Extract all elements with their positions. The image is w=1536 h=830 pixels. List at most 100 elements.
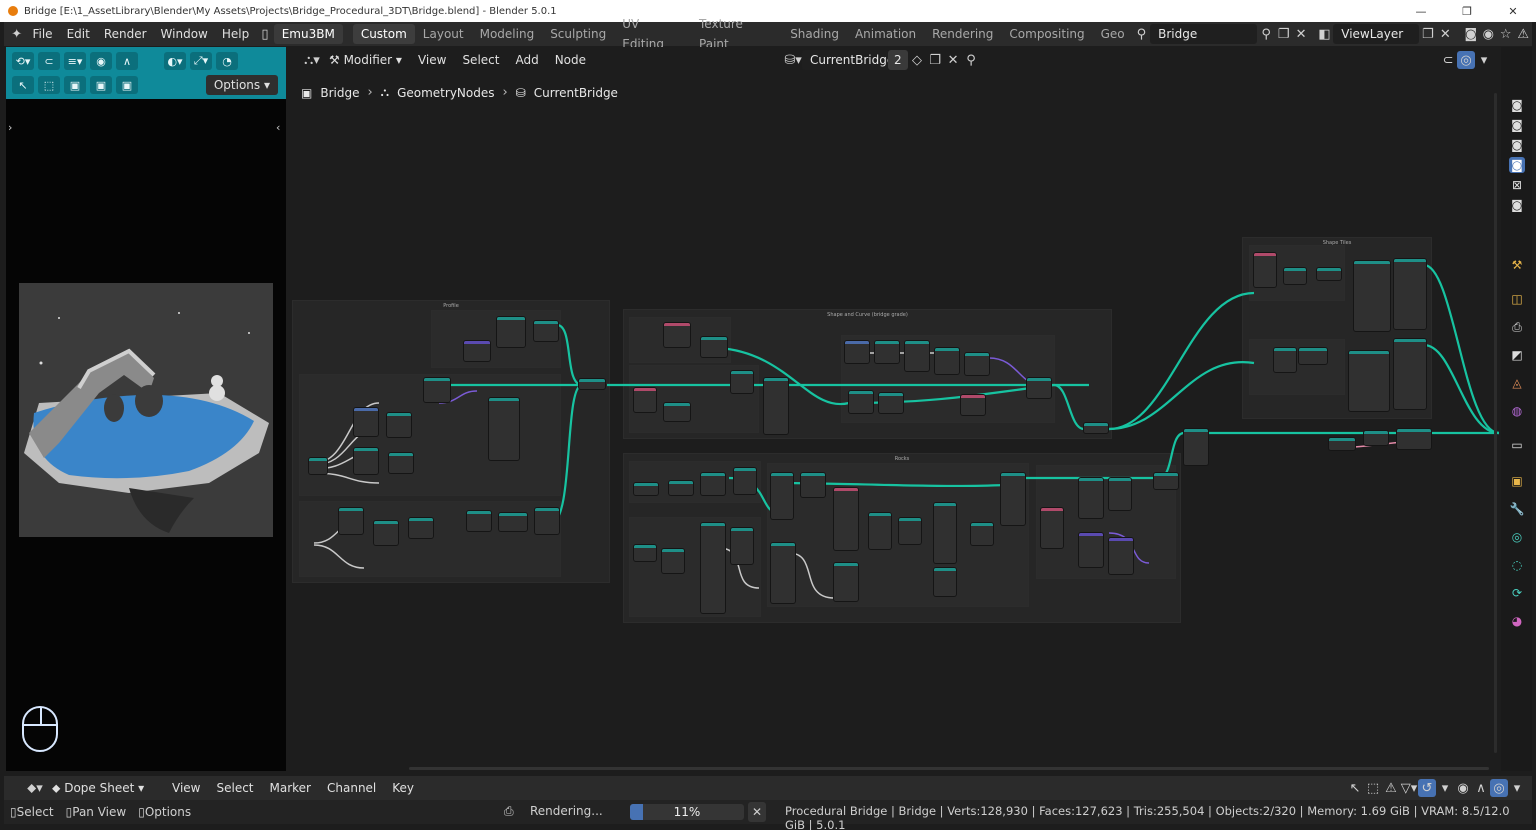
node[interactable] (1041, 508, 1063, 548)
node[interactable] (834, 563, 858, 601)
warning-icon[interactable]: ⚠ (1382, 779, 1400, 797)
duplicate-tree-icon[interactable]: ❐ (926, 51, 944, 69)
node[interactable] (934, 568, 956, 596)
node[interactable] (1354, 261, 1390, 331)
node[interactable] (1364, 431, 1388, 445)
menu-help[interactable]: Help (215, 22, 256, 46)
frame-selected-icon[interactable]: ⬚ (1364, 779, 1382, 797)
menu-view[interactable]: View (164, 781, 208, 795)
close-render-icon[interactable]: ⊠ (1509, 177, 1525, 193)
horizontal-scrollbar[interactable] (409, 767, 1489, 770)
scene-properties-icon[interactable]: ◬ (1509, 375, 1525, 391)
node[interactable] (1284, 268, 1306, 284)
node[interactable] (1397, 429, 1431, 449)
snap-icon[interactable]: ⊂ (38, 52, 60, 70)
scene-icon[interactable]: ⚲ (1133, 25, 1150, 43)
node[interactable] (664, 403, 690, 421)
overlays-icon[interactable]: ◎ (1490, 779, 1508, 797)
pin-icon[interactable]: ⚲ (1257, 25, 1274, 43)
node[interactable] (834, 488, 858, 550)
cursor-icon[interactable]: ↖ (1346, 779, 1364, 797)
particles-icon[interactable]: ◎ (1509, 529, 1525, 545)
menu-select[interactable]: Select (208, 781, 261, 795)
node[interactable] (965, 353, 989, 375)
duplicate-layer-icon[interactable]: ❐ (1419, 25, 1436, 43)
menu-file[interactable]: File (25, 22, 59, 46)
collection-properties-icon[interactable]: ▭ (1509, 437, 1525, 453)
node[interactable] (869, 513, 891, 549)
node[interactable] (1084, 423, 1108, 433)
node[interactable] (664, 323, 690, 347)
editor-type-icon[interactable]: ⛬▾ (303, 51, 321, 69)
node[interactable] (1329, 438, 1355, 450)
expand-sidebar-icon[interactable]: ‹ (276, 121, 280, 134)
node[interactable] (1317, 268, 1341, 280)
node[interactable] (464, 341, 490, 361)
tab-layout[interactable]: Layout (415, 24, 472, 44)
node[interactable] (764, 378, 788, 434)
node[interactable] (534, 321, 558, 341)
node[interactable] (875, 341, 899, 363)
node[interactable] (1109, 538, 1133, 574)
addon-icon[interactable]: ▯ (256, 25, 273, 43)
node[interactable] (409, 518, 433, 538)
tab-custom[interactable]: Custom (352, 24, 415, 44)
node[interactable] (497, 317, 525, 347)
delete-scene-icon[interactable]: ✕ (1292, 25, 1309, 43)
unlink-tree-icon[interactable]: ✕ (944, 51, 962, 69)
tab-animation[interactable]: Animation (847, 24, 924, 44)
tab-shading[interactable]: Shading (782, 24, 847, 44)
cursor-tool-icon[interactable]: ↖ (12, 76, 34, 94)
node[interactable] (771, 473, 793, 519)
menu-key[interactable]: Key (384, 781, 422, 795)
options-dropdown[interactable]: Options ▾ (205, 75, 278, 95)
node[interactable] (899, 518, 921, 544)
star-icon[interactable]: ☆ (1497, 25, 1514, 43)
node-tree-icon[interactable]: ⛁▾ (784, 51, 802, 69)
node[interactable] (905, 341, 929, 371)
node[interactable] (339, 508, 363, 534)
tool-icon[interactable]: ⚒ (1509, 257, 1525, 273)
overlay-icon[interactable]: ◔ (216, 52, 238, 70)
modifier-dropdown[interactable]: ⚒ Modifier ▾ (321, 53, 410, 67)
node[interactable] (731, 371, 753, 393)
camera-icon[interactable]: ◉ (1480, 25, 1497, 43)
menu-render[interactable]: Render (97, 22, 154, 46)
physics-icon[interactable]: ◌ (1509, 557, 1525, 573)
render-layer-icon[interactable]: ◙ (1509, 117, 1525, 133)
node[interactable] (389, 453, 413, 473)
node[interactable] (1079, 478, 1103, 518)
node[interactable] (801, 473, 825, 497)
node[interactable] (662, 549, 684, 573)
node[interactable] (1184, 429, 1208, 465)
node[interactable] (579, 379, 605, 389)
node[interactable] (845, 341, 869, 363)
node[interactable] (879, 393, 903, 413)
user-count[interactable]: 2 (888, 50, 909, 70)
filter-icon[interactable]: ▽▾ (1400, 779, 1418, 797)
editor-type-icon[interactable]: ⬥▾ (26, 779, 44, 797)
node[interactable] (1254, 253, 1276, 287)
tab-geometry-nodes[interactable]: Geo (1093, 24, 1133, 44)
node[interactable] (701, 523, 725, 613)
duplicate-scene-icon[interactable]: ❐ (1275, 25, 1292, 43)
node-editor-canvas[interactable]: ▣ Bridge › ⛬ GeometryNodes › ⛁ CurrentBr… (289, 73, 1499, 771)
constraints-icon[interactable]: ⟳ (1509, 585, 1525, 601)
dropdown-icon[interactable]: ▾ (1508, 779, 1526, 797)
node[interactable] (1154, 473, 1178, 489)
menu-marker[interactable]: Marker (262, 781, 319, 795)
menu-node[interactable]: Node (547, 53, 594, 67)
3d-viewport[interactable]: › ‹ (6, 99, 286, 771)
expand-toolbar-icon[interactable]: › (8, 121, 12, 134)
blender-menu-icon[interactable]: ✦ (8, 25, 25, 43)
maximize-icon[interactable]: ❐ (1444, 0, 1490, 22)
node[interactable] (1394, 259, 1426, 329)
render-layer-icon[interactable]: ◙ (1509, 197, 1525, 213)
tab-modeling[interactable]: Modeling (472, 24, 543, 44)
warning-icon[interactable]: ⚠ (1514, 25, 1531, 43)
node[interactable] (354, 408, 378, 436)
node[interactable] (935, 348, 959, 374)
node[interactable] (934, 503, 956, 563)
node[interactable] (1109, 478, 1131, 510)
modifier-properties-icon[interactable]: 🔧 (1509, 501, 1525, 517)
